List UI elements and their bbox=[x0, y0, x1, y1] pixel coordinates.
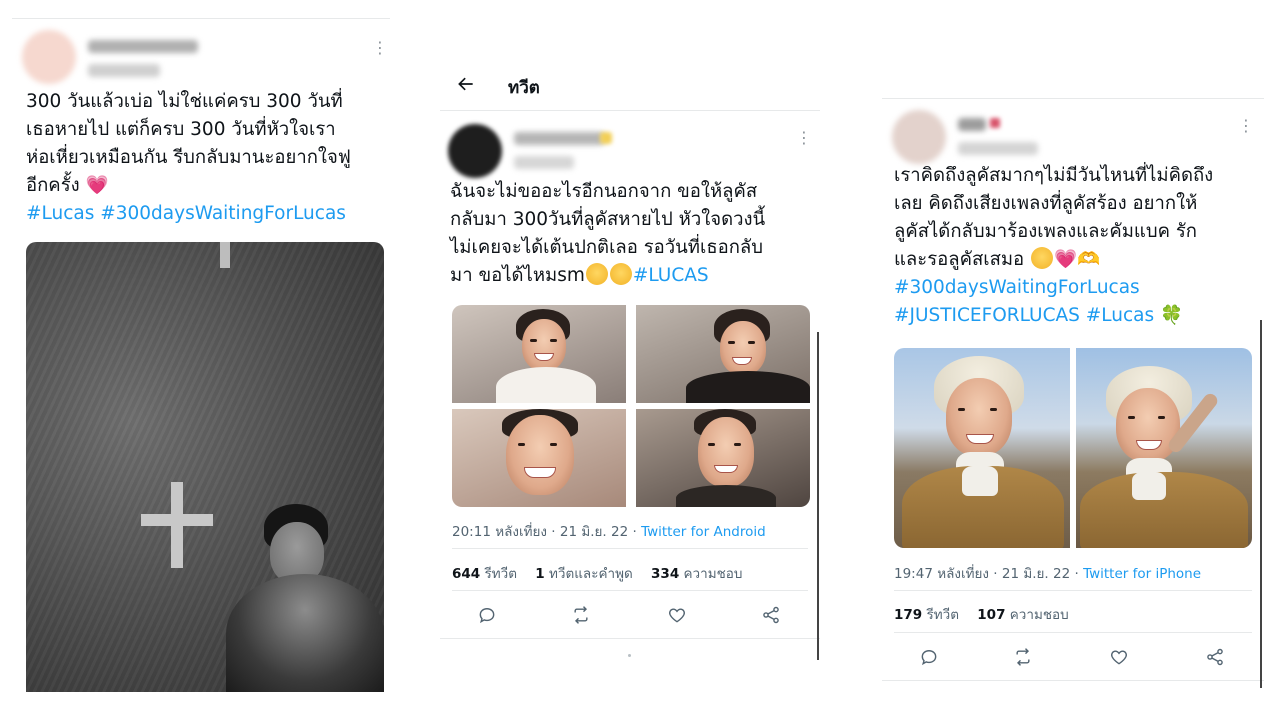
display-name-blurred[interactable] bbox=[514, 132, 604, 145]
cross-tape-horizontal bbox=[141, 514, 213, 526]
person-figure bbox=[226, 504, 384, 692]
scrollbar[interactable] bbox=[817, 332, 819, 660]
display-name-blurred[interactable] bbox=[88, 40, 198, 53]
tweet-card-3: ⋮ เราคิดถึงลูคัสมากๆไม่มีวันไหนที่ไม่คิด… bbox=[882, 98, 1264, 688]
back-arrow-icon[interactable] bbox=[456, 74, 480, 98]
more-icon[interactable]: ⋮ bbox=[372, 40, 388, 56]
avatar[interactable] bbox=[448, 124, 502, 178]
stats-divider bbox=[452, 548, 808, 549]
retweet-stat[interactable]: 179 รีทวีต bbox=[894, 607, 959, 623]
tweet-text: เราคิดถึงลูคัสมากๆไม่มีวันไหนที่ไม่คิดถึ… bbox=[894, 162, 1260, 330]
hashtag[interactable]: #LUCAS bbox=[633, 265, 709, 286]
page-title: ทวีต bbox=[508, 78, 540, 98]
tweet-text: ฉันจะไม่ขออะไรอีกนอกจาก ขอให้ลูคัส กลับม… bbox=[450, 178, 818, 290]
username-blurred bbox=[514, 156, 574, 169]
clover-emoji: 🍀 bbox=[1160, 305, 1184, 326]
scrollbar[interactable] bbox=[1260, 320, 1262, 688]
avatar[interactable] bbox=[892, 110, 946, 164]
tweet-stats: 644 รีทวีต 1 ทวีตและคำพูด 334 ความชอบ bbox=[452, 562, 756, 584]
hashtags[interactable]: #Lucas #300daysWaitingForLucas bbox=[26, 203, 346, 224]
tweet-timestamp: 19:47 หลังเที่ยง · 21 มิ.ย. 22 · Twitter… bbox=[894, 562, 1201, 584]
heart-hands-emoji: 🫶 bbox=[1077, 249, 1101, 270]
photo-3[interactable] bbox=[452, 409, 626, 507]
share-icon[interactable] bbox=[758, 602, 784, 628]
avatar[interactable] bbox=[22, 30, 76, 84]
tweet-timestamp: 20:11 หลังเที่ยง · 21 มิ.ย. 22 · Twitter… bbox=[452, 520, 766, 542]
tweet-actions bbox=[882, 644, 1264, 670]
photo-1[interactable] bbox=[894, 348, 1070, 548]
tweet-actions bbox=[440, 602, 820, 628]
header-divider bbox=[440, 110, 820, 111]
quote-stat[interactable]: 1 ทวีตและคำพูด bbox=[535, 566, 632, 582]
username-blurred bbox=[958, 142, 1038, 155]
tweet-media-grid bbox=[452, 305, 810, 507]
bottom-divider bbox=[882, 680, 1264, 681]
tweet-source-link[interactable]: Twitter for Android bbox=[641, 524, 766, 540]
tweet-text: 300 วันแล้วเบ่อ ไม่ใช่แค่ครบ 300 วันที่ … bbox=[26, 88, 386, 228]
tweet-card-2: ทวีต ⋮ ฉันจะไม่ขออะไรอีกนอกจาก ขอให้ลูคั… bbox=[440, 62, 820, 662]
hashtags[interactable]: #JUSTICEFORLUCAS #Lucas bbox=[894, 305, 1154, 326]
name-emoji-blurred bbox=[600, 132, 612, 144]
more-icon[interactable]: ⋮ bbox=[1238, 118, 1254, 134]
name-emoji-blurred bbox=[990, 118, 1000, 128]
reply-icon[interactable] bbox=[916, 644, 942, 670]
like-icon[interactable] bbox=[664, 602, 690, 628]
photo-2[interactable] bbox=[636, 305, 810, 403]
actions-divider bbox=[452, 590, 808, 591]
scroll-indicator-dot bbox=[628, 654, 631, 657]
tweet-card-1: ⋮ 300 วันแล้วเบ่อ ไม่ใช่แค่ครบ 300 วันที… bbox=[12, 18, 390, 698]
like-icon[interactable] bbox=[1106, 644, 1132, 670]
share-icon[interactable] bbox=[1202, 644, 1228, 670]
tweet-media-grid bbox=[894, 348, 1252, 548]
pleading-face-emoji bbox=[1031, 247, 1054, 269]
display-name-blurred[interactable] bbox=[958, 118, 986, 131]
hashtag[interactable]: #300daysWaitingForLucas bbox=[894, 277, 1140, 298]
card-top-border bbox=[882, 98, 1264, 99]
timestamp-text: 19:47 หลังเที่ยง · 21 มิ.ย. 22 · bbox=[894, 566, 1084, 582]
retweet-icon[interactable] bbox=[568, 602, 594, 628]
tweet-stats: 179 รีทวีต 107 ความชอบ bbox=[894, 603, 1083, 625]
relieved-face-emoji bbox=[585, 263, 608, 285]
timestamp-text: 20:11 หลังเที่ยง · 21 มิ.ย. 22 · bbox=[452, 524, 642, 540]
photo-1[interactable] bbox=[452, 305, 626, 403]
more-icon[interactable]: ⋮ bbox=[796, 130, 812, 146]
photo-4[interactable] bbox=[636, 409, 810, 507]
retweet-icon[interactable] bbox=[1010, 644, 1036, 670]
like-stat[interactable]: 107 ความชอบ bbox=[977, 607, 1068, 623]
username-blurred bbox=[88, 64, 160, 77]
tape-strip bbox=[220, 242, 230, 268]
tweet-body: 300 วันแล้วเบ่อ ไม่ใช่แค่ครบ 300 วันที่ … bbox=[26, 91, 351, 196]
heart-emoji: 💗 bbox=[1054, 249, 1078, 270]
card-top-border bbox=[12, 18, 390, 19]
photo-2[interactable] bbox=[1076, 348, 1252, 548]
bottom-divider bbox=[440, 638, 820, 639]
retweet-stat[interactable]: 644 รีทวีต bbox=[452, 566, 517, 582]
tweet-image[interactable] bbox=[26, 242, 384, 692]
actions-divider bbox=[894, 632, 1252, 633]
tweet-source-link[interactable]: Twitter for iPhone bbox=[1083, 566, 1201, 582]
reply-icon[interactable] bbox=[474, 602, 500, 628]
relieved-face-emoji bbox=[609, 263, 632, 285]
heart-emoji: 💗 bbox=[85, 175, 109, 196]
stats-divider bbox=[894, 590, 1252, 591]
like-stat[interactable]: 334 ความชอบ bbox=[651, 566, 742, 582]
